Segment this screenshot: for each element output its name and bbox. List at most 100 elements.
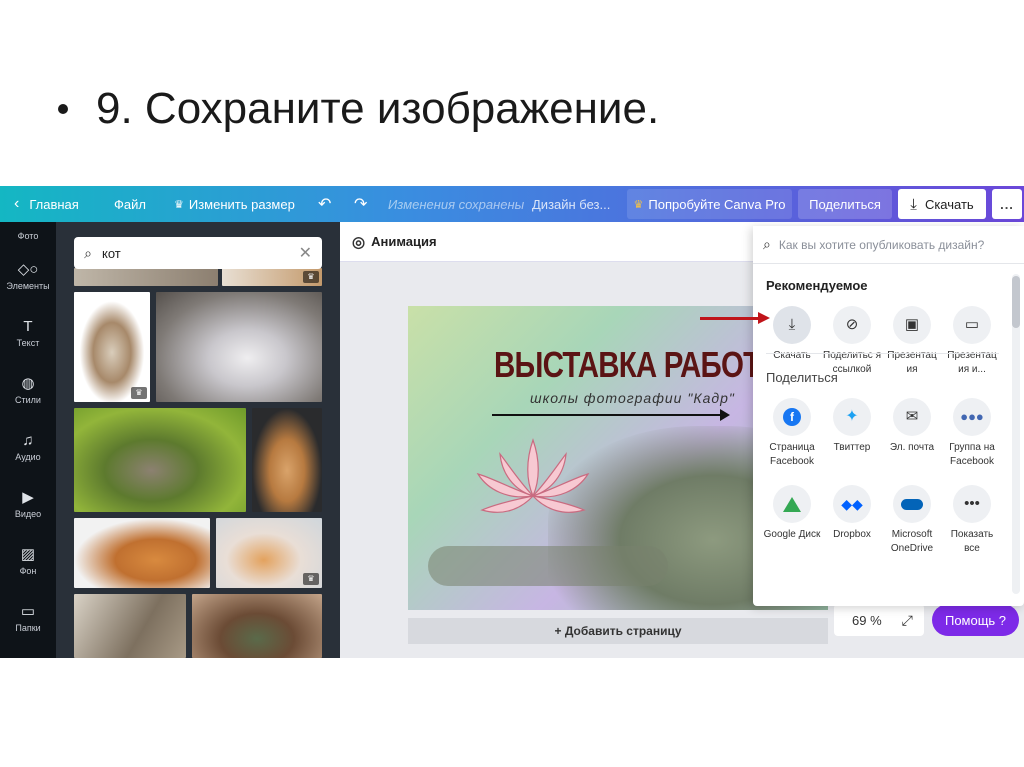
publish-option-facebook-group[interactable]: ●●● Группа на Facebook: [942, 398, 1002, 469]
rail-item-photo[interactable]: Фото: [0, 224, 56, 241]
photo-icon: [0, 224, 56, 228]
email-icon: ✉: [893, 398, 931, 436]
facebook-group-icon: ●●●: [953, 398, 991, 436]
publish-option-present-record[interactable]: ▭ Презентац ия и...: [942, 306, 1002, 377]
more-icon: •••: [953, 485, 991, 523]
present-record-icon: ▭: [953, 306, 991, 344]
rail-item-video[interactable]: ▶ Видео: [0, 490, 56, 520]
publish-option-onedrive[interactable]: Microsoft OneDrive: [882, 485, 942, 556]
cat-photo[interactable]: [192, 594, 322, 658]
publish-option-show-all[interactable]: ••• Показать все: [942, 485, 1002, 556]
background-icon: ▨: [20, 546, 36, 563]
resize-label: Изменить размер: [188, 196, 295, 212]
option-label: Google Диск: [763, 529, 821, 540]
add-page-button[interactable]: + Добавить страницу: [408, 618, 828, 644]
cat-photo[interactable]: ♛: [222, 268, 322, 286]
link-icon: ⊘: [833, 306, 871, 344]
zoom-level: 69 %: [852, 612, 882, 628]
publish-option-google-drive[interactable]: Google Диск: [762, 485, 822, 542]
cat-photo[interactable]: [252, 408, 322, 512]
help-button[interactable]: Помощь ?: [932, 604, 1019, 636]
crown-icon: ♛: [303, 271, 319, 283]
rail-label: Аудио: [15, 452, 41, 462]
search-icon: ⌕: [763, 236, 771, 252]
publish-option-email[interactable]: ✉ Эл. почта: [882, 398, 942, 455]
folder-icon: ▭: [20, 603, 36, 620]
text-icon: T: [23, 318, 33, 335]
redo-icon[interactable]: ↷: [354, 186, 367, 222]
design-title[interactable]: ВЫСТАВКА РАБОТ: [494, 344, 761, 386]
rail-item-audio[interactable]: ♫ Аудио: [0, 433, 56, 463]
option-label: Dropbox: [833, 529, 871, 540]
file-menu[interactable]: Файл: [114, 186, 146, 222]
search-value: кот: [102, 245, 121, 261]
publish-dropdown: ⌕ Как вы хотите опубликовать дизайн? Рек…: [753, 226, 1024, 606]
lotus-flower-icon: [476, 438, 590, 513]
crown-icon: ♛: [131, 387, 147, 399]
present-icon: ▣: [893, 306, 931, 344]
slide-title-text: 9. Сохраните изображение.: [96, 84, 660, 133]
slide-title: 9. Сохраните изображение.: [58, 84, 659, 134]
undo-icon[interactable]: ↶: [318, 186, 331, 222]
publish-search-input[interactable]: ⌕ Как вы хотите опубликовать дизайн?: [753, 226, 1024, 264]
section-divider: [766, 353, 999, 354]
back-home-button[interactable]: ‹ Главная: [14, 186, 79, 222]
cat-photo[interactable]: [156, 292, 322, 402]
option-label: Microsoft OneDrive: [890, 529, 934, 554]
cat-photo[interactable]: ♛: [74, 292, 150, 402]
rail-item-background[interactable]: ▨ Фон: [0, 546, 56, 577]
onedrive-icon: [893, 485, 931, 523]
fullscreen-icon[interactable]: ⤢: [902, 612, 913, 629]
download-label: Скачать: [924, 196, 974, 212]
option-label: Эл. почта: [889, 442, 935, 453]
rail-label: Текст: [16, 338, 40, 348]
publish-option-download[interactable]: ⤓ Скачать: [762, 306, 822, 363]
cat-photo[interactable]: [74, 268, 218, 286]
design-arrow-line: [492, 414, 724, 416]
more-options-button[interactable]: ...: [992, 189, 1022, 219]
presentation-slide: 9. Сохраните изображение. ‹ Главная Файл…: [0, 0, 1024, 767]
save-status: Изменения сохранены: [388, 196, 525, 212]
cat-photo[interactable]: [74, 408, 246, 512]
rail-item-text[interactable]: T Текст: [0, 318, 56, 349]
share-button[interactable]: Поделиться: [798, 189, 892, 219]
cat-photo[interactable]: ♛: [216, 518, 322, 588]
publish-option-facebook-page[interactable]: f Страница Facebook: [762, 398, 822, 469]
photo-search-input[interactable]: ⌕ кот ✕: [74, 237, 322, 269]
bullet-point: [58, 104, 68, 114]
rail-item-styles[interactable]: ◍ Стили: [0, 375, 56, 406]
share-heading: Поделиться: [766, 370, 838, 385]
canva-screenshot: ‹ Главная Файл ♛ Изменить размер ↶ ↷ Изм…: [0, 186, 1024, 658]
rail-label: Стили: [15, 395, 41, 405]
option-label: Группа на Facebook: [949, 442, 995, 467]
download-icon: ⤓: [910, 195, 917, 213]
publish-option-dropbox[interactable]: ◆◆ Dropbox: [822, 485, 882, 542]
chevron-left-icon: ‹: [14, 195, 20, 212]
publish-option-twitter[interactable]: ✦ Твиттер: [822, 398, 882, 455]
twitter-icon: ✦: [833, 398, 871, 436]
animation-button[interactable]: Анимация: [371, 234, 436, 249]
cat-photo[interactable]: [74, 594, 186, 658]
dropdown-scrollbar-thumb[interactable]: [1012, 276, 1020, 328]
elements-icon: ◇○: [17, 261, 39, 278]
try-pro-button[interactable]: ♛ Попробуйте Canva Pro: [627, 189, 792, 219]
design-arrow-icon: [720, 409, 730, 421]
close-icon[interactable]: ✕: [299, 243, 312, 263]
rail-item-folders[interactable]: ▭ Папки: [0, 603, 56, 634]
resize-button[interactable]: ♛ Изменить размер: [174, 186, 295, 222]
rail-item-elements[interactable]: ◇○ Элементы: [0, 261, 56, 292]
rail-label: Элементы: [6, 281, 50, 291]
cat-photo[interactable]: [74, 518, 210, 588]
photo-panel: ♛ ⌕ кот ✕ ♛ ♛: [56, 222, 340, 658]
option-label: Твиттер: [833, 442, 871, 453]
publish-option-present[interactable]: ▣ Презентац ия: [882, 306, 942, 377]
rail-label: Папки: [15, 623, 41, 633]
design-subtitle[interactable]: школы фотографии "Кадр": [530, 390, 735, 406]
design-name[interactable]: Дизайн без...: [532, 186, 610, 222]
download-icon: ⤓: [773, 306, 811, 344]
styles-icon: ◍: [21, 375, 35, 392]
rail-label: Видео: [14, 509, 42, 519]
zoom-control[interactable]: 69 % ⤢: [834, 604, 924, 636]
publish-option-share-link[interactable]: ⊘ Поделитьс я ссылкой: [822, 306, 882, 377]
download-button[interactable]: ⤓ Скачать: [898, 189, 986, 219]
